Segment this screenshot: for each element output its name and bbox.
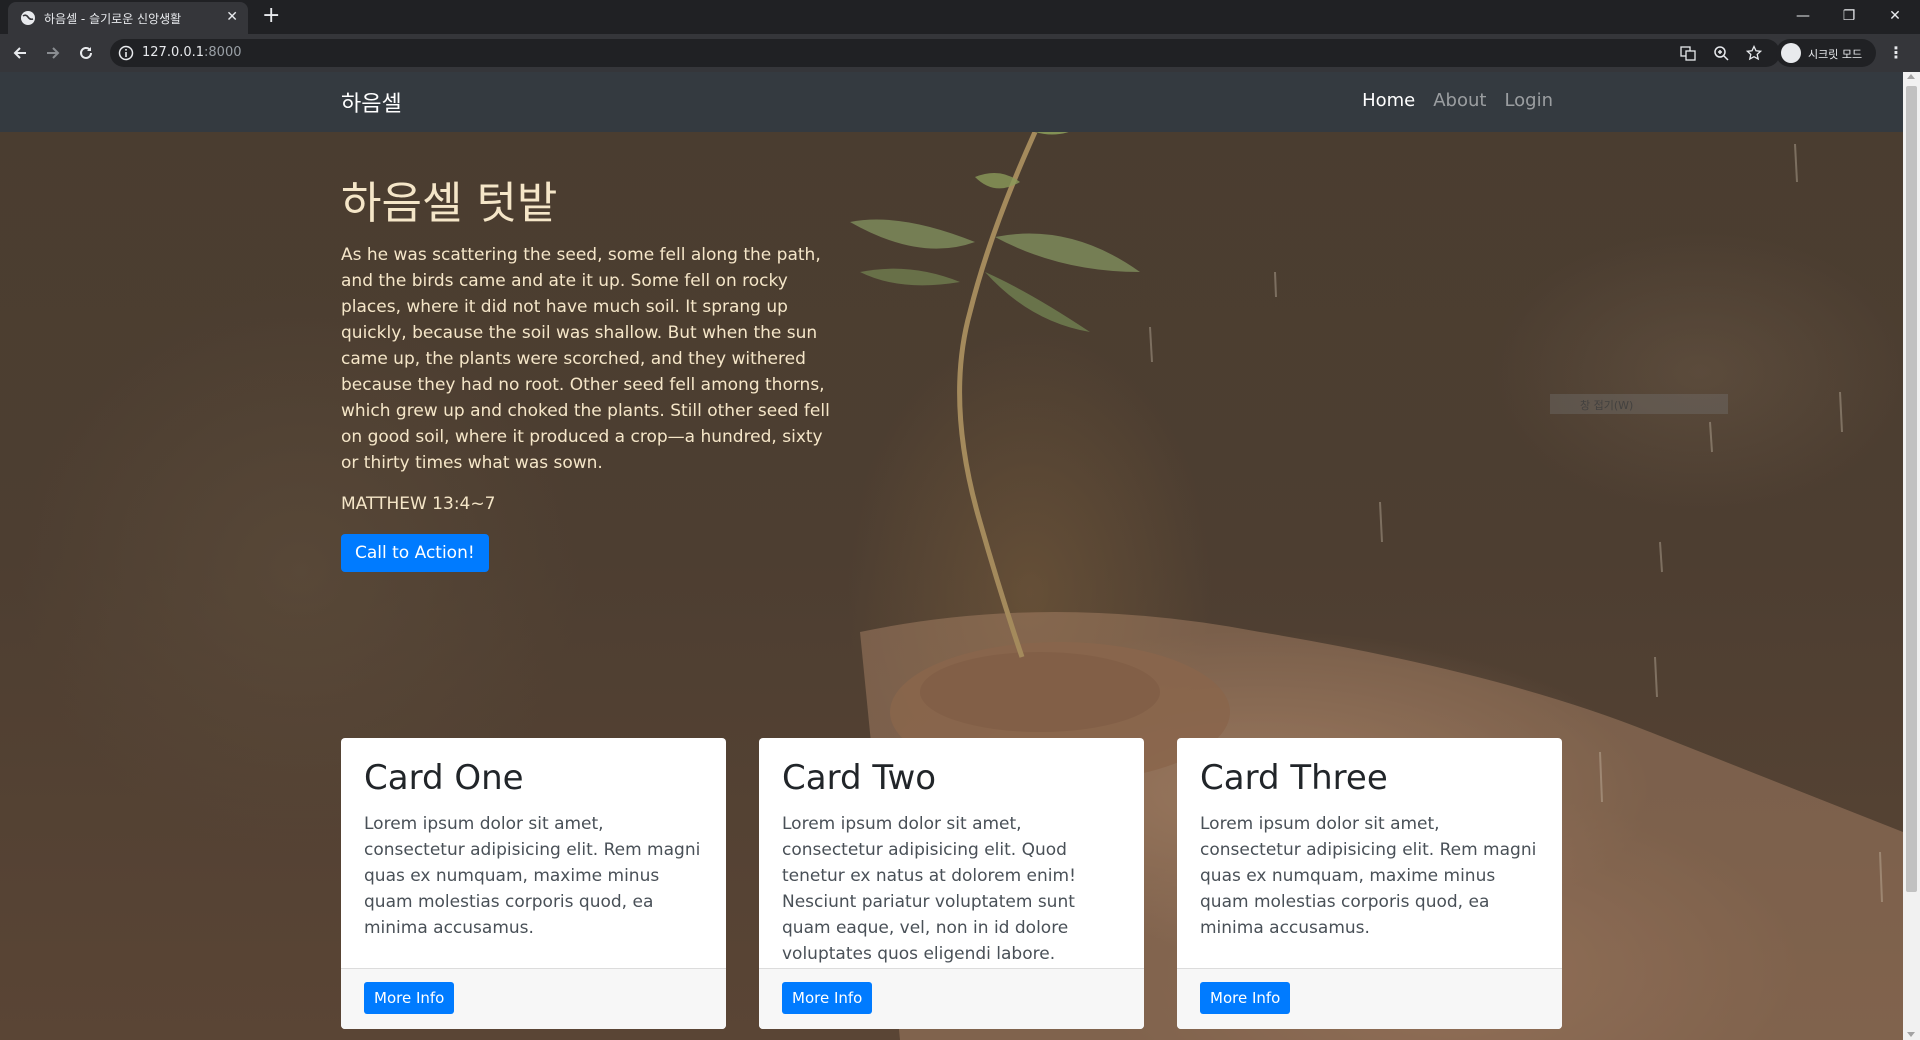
card-three: Card Three Lorem ipsum dolor sit amet, c… [1177,738,1562,1029]
hero-title: 하음셀 텃밭 [341,178,558,229]
tab-title: 하음셀 - 슬기로운 신앙생활 [44,12,182,26]
faded-overlay-menu-item: 창 접기(W) [1550,394,1728,414]
hero-section: 하음셀 텃밭 As he was scattering the seed, so… [341,178,841,573]
card-text: Lorem ipsum dolor sit amet, consectetur … [364,814,701,939]
new-tab-button[interactable]: + [262,4,280,28]
site-nav-links: Home About Login [1362,90,1553,111]
card-footer: More Info [759,968,1144,1029]
reload-icon[interactable] [76,43,96,63]
scroll-down-arrow-icon[interactable] [1907,1032,1915,1037]
site-navbar: 하음셀 Home About Login [0,72,1903,132]
browser-tab[interactable]: 하음셀 - 슬기로운 신앙생활 ✕ [8,2,248,34]
browser-toolbar: 127.0.0.1:8000 시크릿 모드 ⋮ [0,34,1920,72]
address-bar[interactable]: 127.0.0.1:8000 [110,39,1780,67]
card-two: Card Two Lorem ipsum dolor sit amet, con… [759,738,1144,1029]
page-viewport: 하음셀 Home About Login 하음셀 텃밭 As he was sc… [0,72,1903,1040]
nav-about-link[interactable]: About [1433,90,1486,111]
forward-arrow-icon[interactable] [43,43,63,63]
back-arrow-icon[interactable] [10,43,30,63]
url-text: 127.0.0.1:8000 [142,45,242,60]
card-one-more-info-button[interactable]: More Info [364,982,455,1014]
zoom-icon[interactable] [1713,45,1729,65]
close-window-button[interactable]: ✕ [1872,2,1918,30]
bookmark-star-icon[interactable] [1745,44,1763,65]
card-title: Card Two [782,758,937,798]
browser-titlebar: 하음셀 - 슬기로운 신앙생활 ✕ + — ❐ ✕ [0,0,1920,34]
minimize-button[interactable]: — [1780,2,1826,30]
card-row: Card One Lorem ipsum dolor sit amet, con… [341,738,1562,1029]
card-title: Card One [364,758,524,798]
nav-home-link[interactable]: Home [1362,90,1415,111]
hero-scripture-reference: MATTHEW 13:4~7 [341,494,496,515]
card-two-more-info-button[interactable]: More Info [782,982,873,1014]
site-brand-link[interactable]: 하음셀 [341,86,402,118]
translate-icon[interactable] [1680,45,1696,65]
card-text: Lorem ipsum dolor sit amet, consectetur … [782,814,1076,965]
page-scrollbar[interactable] [1903,72,1920,1040]
scroll-up-arrow-icon[interactable] [1907,74,1915,79]
hero-scripture-text: As he was scattering the seed, some fell… [341,245,830,474]
card-text: Lorem ipsum dolor sit amet, consectetur … [1200,814,1537,939]
incognito-indicator[interactable]: 시크릿 모드 [1776,39,1876,67]
incognito-label: 시크릿 모드 [1808,48,1863,61]
browser-menu-icon[interactable]: ⋮ [1888,43,1904,62]
nav-login-link[interactable]: Login [1504,90,1553,111]
card-one: Card One Lorem ipsum dolor sit amet, con… [341,738,726,1029]
incognito-icon [1781,43,1801,63]
card-footer: More Info [341,968,726,1029]
card-title: Card Three [1200,758,1388,798]
card-three-more-info-button[interactable]: More Info [1200,982,1291,1014]
tab-close-icon[interactable]: ✕ [226,9,238,25]
call-to-action-button[interactable]: Call to Action! [341,534,489,573]
info-icon[interactable] [118,45,134,61]
scrollbar-thumb[interactable] [1906,86,1917,892]
card-footer: More Info [1177,968,1562,1029]
restore-button[interactable]: ❐ [1826,2,1872,30]
globe-icon [21,11,35,25]
